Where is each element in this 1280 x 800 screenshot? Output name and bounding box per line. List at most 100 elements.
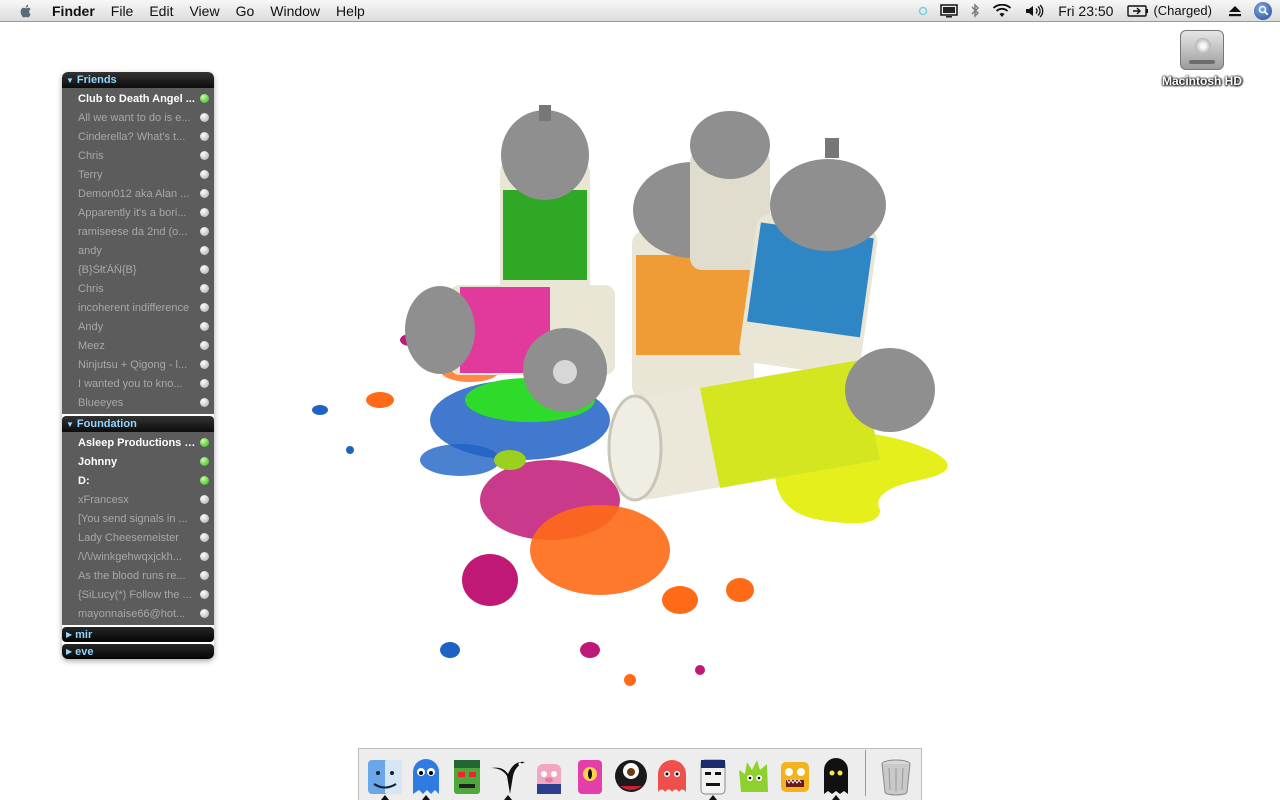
- dock-item-app-4[interactable]: [488, 752, 528, 800]
- green-fuzzy-monster-icon[interactable]: [735, 756, 773, 796]
- contact-row[interactable]: /\/\/winkgehwqxjckh...: [62, 547, 214, 566]
- disclosure-triangle-open-icon[interactable]: ▼: [66, 76, 74, 85]
- contact-row[interactable]: Andy: [62, 317, 214, 336]
- dock-item-finder[interactable]: [365, 752, 405, 800]
- contact-name: Ninjutsu + Qigong - l...: [78, 358, 188, 371]
- menu-window[interactable]: Window: [262, 0, 328, 22]
- menu-finder[interactable]: Finder: [44, 0, 103, 22]
- offline-status-icon: [200, 284, 209, 293]
- dock: [358, 748, 922, 800]
- contact-row[interactable]: xFrancesx: [62, 490, 214, 509]
- apple-menu-icon[interactable]: [18, 3, 34, 19]
- menu-clock[interactable]: Fri 23:50: [1050, 3, 1121, 19]
- pink-pig-monster-icon[interactable]: [530, 756, 568, 796]
- group-name: eve: [75, 645, 94, 658]
- contact-row[interactable]: Chris: [62, 146, 214, 165]
- dock-item-app-8[interactable]: [652, 752, 692, 796]
- offline-status-icon: [200, 246, 209, 255]
- contact-name: {SiLucy(*) Follow the ...: [78, 588, 192, 601]
- eject-icon[interactable]: [1222, 0, 1248, 22]
- dock-item-app-12[interactable]: [816, 752, 856, 800]
- offline-status-icon: [200, 265, 209, 274]
- running-indicator: [504, 795, 512, 800]
- red-octopus-icon[interactable]: [653, 756, 691, 796]
- battery-icon[interactable]: [1121, 0, 1149, 22]
- contact-name: Blueeyes: [78, 396, 124, 409]
- contact-row[interactable]: Meez: [62, 336, 214, 355]
- group-header-mir[interactable]: ▶ mir: [62, 627, 214, 642]
- contact-row[interactable]: Lady Cheesemeister: [62, 528, 214, 547]
- finder-icon[interactable]: [366, 758, 404, 796]
- menu-help[interactable]: Help: [328, 0, 373, 22]
- bluetooth-icon[interactable]: [964, 0, 986, 22]
- black-bird-icon[interactable]: [489, 756, 527, 796]
- group-header-foundation[interactable]: ▼ Foundation: [62, 416, 214, 432]
- status-light-icon[interactable]: [912, 0, 934, 22]
- blue-monster-icon[interactable]: [407, 756, 445, 796]
- running-indicator: [709, 795, 717, 800]
- contact-name: Cinderella? What's t...: [78, 130, 186, 143]
- spotlight-search-icon[interactable]: [1254, 1, 1272, 20]
- contact-row[interactable]: Terry: [62, 165, 214, 184]
- contact-row[interactable]: {SiLucy(*) Follow the ...: [62, 585, 214, 604]
- contact-row[interactable]: {B}ŠłťĂŇ{B}: [62, 260, 214, 279]
- dock-item-app-3[interactable]: [447, 752, 487, 796]
- group-header-eve[interactable]: ▶ eve: [62, 644, 214, 659]
- dock-item-app-6[interactable]: [570, 752, 610, 796]
- group-header-friends[interactable]: ▼ Friends: [62, 72, 214, 88]
- trash-icon[interactable]: [877, 756, 915, 796]
- dock-item-app-2[interactable]: [406, 752, 446, 800]
- offline-status-icon: [200, 113, 209, 122]
- disclosure-triangle-open-icon[interactable]: ▼: [66, 420, 74, 429]
- black-eyeball-monster-icon[interactable]: [612, 756, 650, 796]
- contact-row[interactable]: Ninjutsu + Qigong - l...: [62, 355, 214, 374]
- group-name: Foundation: [76, 418, 137, 430]
- contact-row[interactable]: Chris: [62, 279, 214, 298]
- disclosure-triangle-closed-icon[interactable]: ▶: [66, 630, 72, 639]
- battery-status[interactable]: (Charged): [1149, 3, 1222, 18]
- menu-file[interactable]: File: [103, 0, 142, 22]
- contact-row[interactable]: incoherent indifference: [62, 298, 214, 317]
- yellow-monster-icon[interactable]: [776, 756, 814, 796]
- contact-row[interactable]: Cinderella? What's t...: [62, 127, 214, 146]
- dock-item-app-5[interactable]: [529, 752, 569, 796]
- contact-row[interactable]: Asleep Productions -...: [62, 433, 214, 452]
- menu-view[interactable]: View: [181, 0, 227, 22]
- contact-row[interactable]: D:: [62, 471, 214, 490]
- menu-edit[interactable]: Edit: [141, 0, 181, 22]
- dock-item-trash[interactable]: [876, 752, 916, 796]
- black-ghost-icon[interactable]: [817, 756, 855, 796]
- dock-separator: [865, 750, 866, 796]
- dock-item-app-9[interactable]: [693, 752, 733, 800]
- contact-row[interactable]: andy: [62, 241, 214, 260]
- display-icon[interactable]: [934, 0, 964, 22]
- contact-row[interactable]: I wanted you to kno...: [62, 374, 214, 393]
- contact-row[interactable]: Demon012 aka Alan ...: [62, 184, 214, 203]
- menu-go[interactable]: Go: [228, 0, 263, 22]
- disclosure-triangle-closed-icon[interactable]: ▶: [66, 647, 72, 656]
- contact-row[interactable]: All we want to do is e...: [62, 108, 214, 127]
- contact-row[interactable]: [You send signals in ...: [62, 509, 214, 528]
- contact-row[interactable]: ramiseese da 2nd (o...: [62, 222, 214, 241]
- dock-item-app-11[interactable]: [775, 752, 815, 796]
- contact-row[interactable]: Blueeyes: [62, 393, 214, 412]
- contact-row[interactable]: Club to Death Angel ...: [62, 89, 214, 108]
- dock-item-app-10[interactable]: [734, 752, 774, 796]
- online-status-icon: [200, 457, 209, 466]
- dock-item-app-7[interactable]: [611, 752, 651, 796]
- green-frankenstein-icon[interactable]: [448, 756, 486, 796]
- contact-row[interactable]: As the blood runs re...: [62, 566, 214, 585]
- offline-status-icon: [200, 151, 209, 160]
- wifi-icon[interactable]: [986, 0, 1018, 22]
- hard-drive-icon[interactable]: [1180, 30, 1224, 70]
- volume-icon[interactable]: [1018, 0, 1050, 22]
- contact-row[interactable]: Apparently it's a bori...: [62, 203, 214, 222]
- white-face-monster-icon[interactable]: [694, 756, 732, 796]
- offline-status-icon: [200, 590, 209, 599]
- contact-row[interactable]: Johnny: [62, 452, 214, 471]
- buddy-list-window[interactable]: ▼ Friends Club to Death Angel ... All we…: [62, 72, 214, 659]
- contact-name: xFrancesx: [78, 493, 129, 506]
- contact-row[interactable]: mayonnaise66@hot...: [62, 604, 214, 623]
- macintosh-hd-drive[interactable]: Macintosh HD: [1154, 30, 1250, 90]
- pink-cyclops-icon[interactable]: [571, 756, 609, 796]
